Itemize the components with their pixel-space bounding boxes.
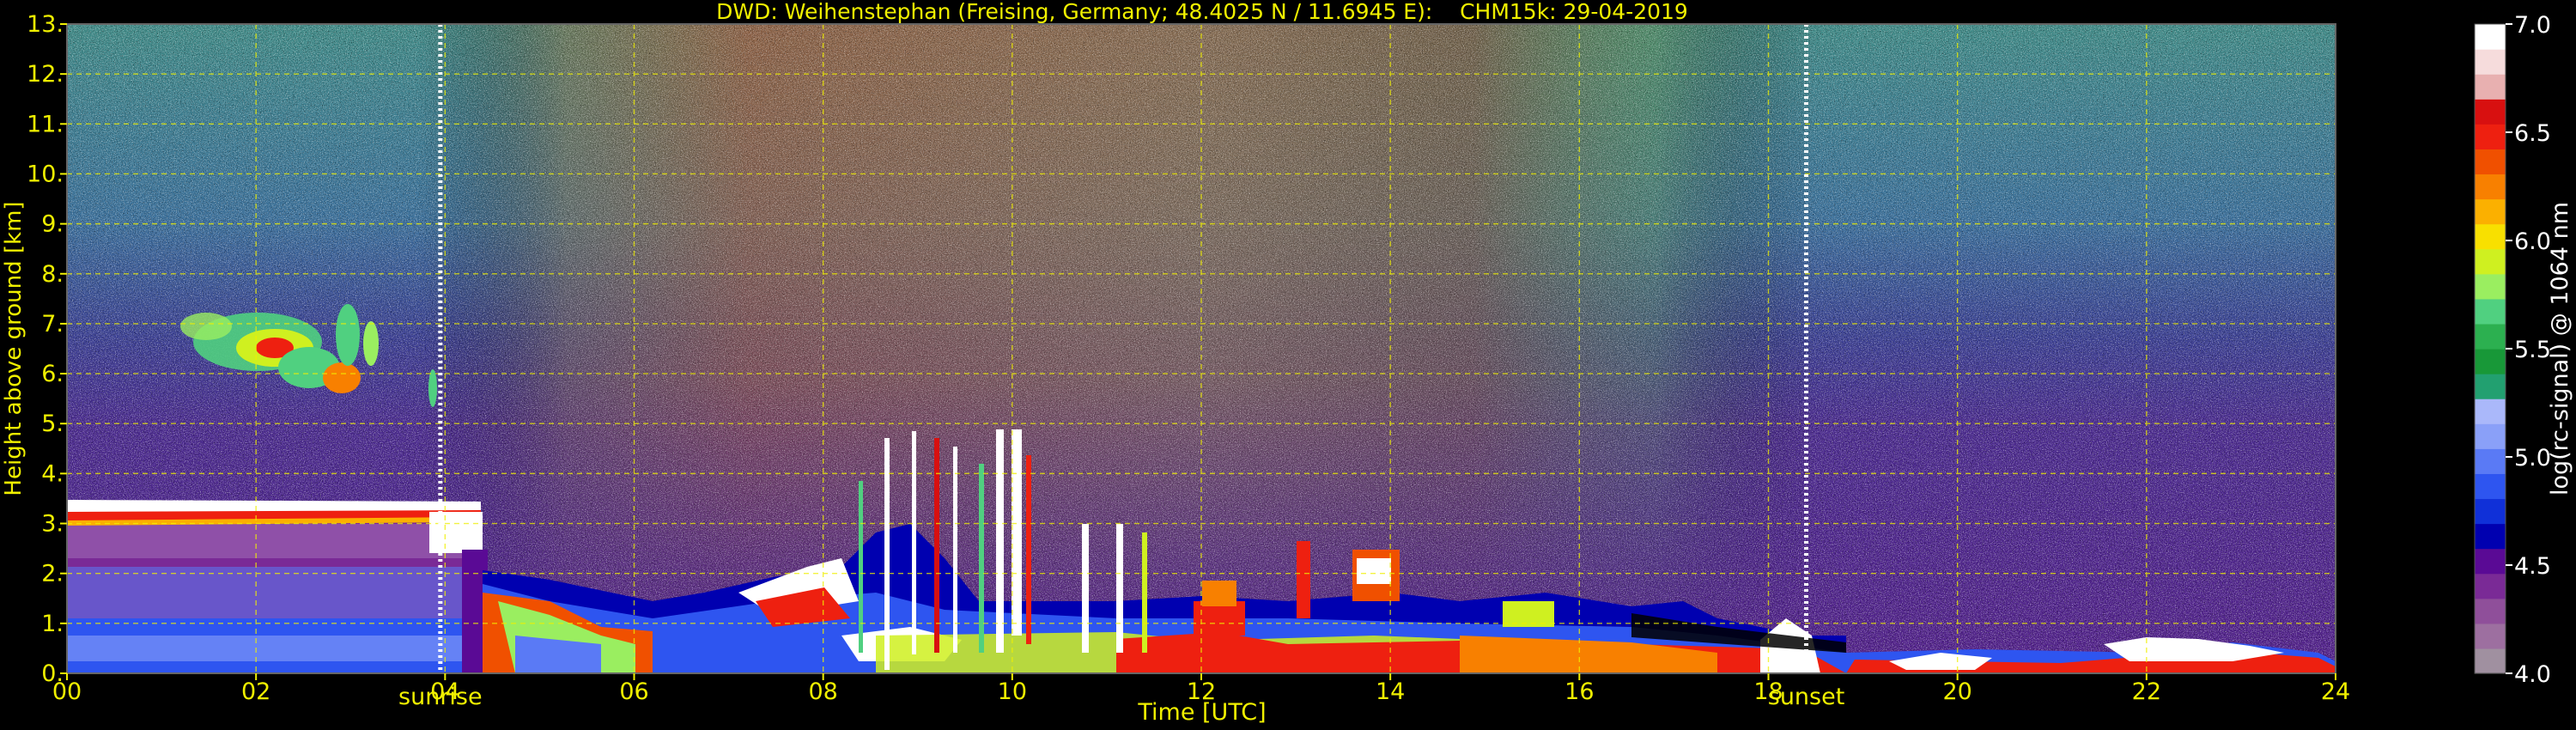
colorbar-cell: [2475, 648, 2506, 674]
colorbar-cell: [2475, 124, 2506, 149]
colorbar-cell: [2475, 623, 2506, 649]
colorbar-cell: [2475, 598, 2506, 624]
colorbar-cell: [2475, 173, 2506, 200]
colorbar-cell: [2475, 398, 2506, 424]
y-tick-label: 2.: [41, 561, 64, 587]
colorbar-cell: [2475, 248, 2506, 275]
y-tick-label: 0.: [41, 660, 64, 687]
night-boundary-layer: [67, 500, 488, 673]
colorbar-cell: [2475, 49, 2506, 75]
colorbar-tick-label: 7.0: [2514, 12, 2551, 39]
colorbar-cell: [2475, 323, 2506, 350]
colorbar-tick-label: 4.5: [2514, 553, 2551, 580]
chart-title: DWD: Weihenstephan (Freising, Germany; 4…: [716, 0, 1688, 24]
x-tick-label: 08: [808, 678, 837, 705]
ceilometer-figure: 00 02 04 06 08 10 12 14 16 18 20 22 24 0.1.2.3.4.5.6…: [1, 0, 2573, 726]
x-tick-label: 14: [1376, 678, 1405, 705]
colorbar-cell: [2475, 198, 2506, 225]
y-axis-label: Height above ground [km]: [1, 201, 27, 496]
y-tick-label: 8.: [41, 261, 64, 288]
y-tick-label: 7.: [41, 311, 64, 338]
y-tick-label: 11.: [27, 111, 64, 137]
x-tick-label: 24: [2321, 678, 2350, 705]
colorbar-cell: [2475, 298, 2506, 325]
colorbar-label: log(rc-signal) @ 1064 nm: [2547, 202, 2573, 496]
colorbar-cell: [2475, 349, 2506, 374]
colorbar-cell: [2475, 523, 2506, 550]
colorbar: 4.0 4.5 5.0 5.5 6.0 6.5 7.0 log(rc-signal) @ 1…: [2474, 12, 2573, 688]
x-tick-label: 10: [998, 678, 1027, 705]
y-tick-label: 12.: [27, 61, 64, 88]
annotation-sunrise: sunrise: [398, 684, 483, 710]
x-axis-label: Time [UTC]: [1137, 699, 1266, 726]
colorbar-cells: [2475, 24, 2506, 674]
colorbar-cell: [2475, 374, 2506, 399]
y-tick-label: 6.: [41, 361, 64, 387]
y-tick-label: 1.: [41, 611, 64, 637]
colorbar-cell: [2475, 24, 2506, 50]
x-tick-label: 06: [619, 678, 648, 705]
y-tick-label: 3.: [41, 511, 64, 538]
x-tick-label: 20: [1942, 678, 1971, 705]
y-tick-label: 13.: [27, 11, 64, 38]
colorbar-ticks: 4.0 4.5 5.0 5.5 6.0 6.5 7.0: [2506, 12, 2551, 688]
colorbar-cell: [2475, 223, 2506, 250]
y-ticks: 0. 1. 2. 3. 4. 5. 6. 7. 8. 9. 10. 11. 12. 13.: [27, 11, 67, 687]
colorbar-tick-label: 5.5: [2514, 337, 2551, 363]
colorbar-cell: [2475, 74, 2506, 100]
colorbar-tick-label: 6.0: [2514, 228, 2551, 255]
x-tick-label: 16: [1564, 678, 1594, 705]
colorbar-cell: [2475, 498, 2506, 525]
x-tick-label: 02: [241, 678, 270, 705]
y-tick-label: 4.: [41, 460, 64, 487]
y-tick-label: 9.: [41, 211, 64, 238]
colorbar-cell: [2475, 548, 2506, 575]
colorbar-cell: [2475, 448, 2506, 474]
colorbar-tick-label: 6.5: [2514, 120, 2551, 147]
colorbar-cell: [2475, 573, 2506, 599]
y-tick-label: 5.: [41, 411, 64, 437]
colorbar-tick-label: 5.0: [2514, 445, 2551, 471]
x-tick-label: 22: [2132, 678, 2161, 705]
y-tick-label: 10.: [27, 161, 64, 187]
colorbar-cell: [2475, 273, 2506, 300]
colorbar-cell: [2475, 423, 2506, 449]
annotation-sunset: sunset: [1768, 684, 1845, 710]
colorbar-tick-label: 4.0: [2514, 661, 2551, 688]
colorbar-cell: [2475, 99, 2506, 125]
colorbar-cell: [2475, 473, 2506, 500]
colorbar-cell: [2475, 149, 2506, 175]
annotations: sunrise sunset: [398, 684, 1844, 710]
